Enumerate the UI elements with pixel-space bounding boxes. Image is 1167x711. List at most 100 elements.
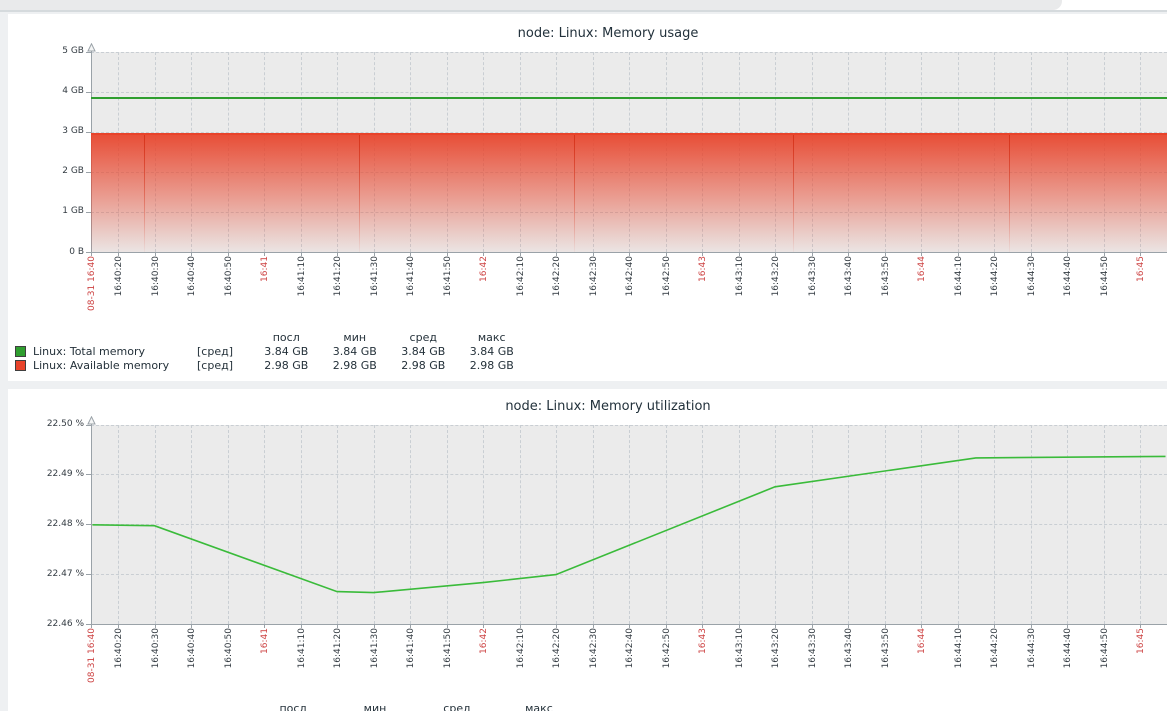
x-axis-label: 16:44:40 [1063, 628, 1074, 668]
legend-item-name: Linux: Total memory [33, 345, 197, 358]
browser-tab-strip [0, 0, 1062, 10]
x-axis-label: 16:40:20 [114, 628, 125, 668]
legend-header-row: посл мин сред макс [15, 701, 595, 711]
x-axis-label: 16:45 [1136, 256, 1147, 282]
x-axis-label: 16:41:30 [370, 628, 381, 668]
zabbix-graphs-page: node: Linux: Memory usage node: Linux: M… [0, 0, 1167, 711]
x-axis-label: 16:42:30 [589, 628, 600, 668]
series-line-linux-memory-utilization [91, 425, 1167, 625]
area-seam-line [793, 135, 794, 252]
y-axis-label: 22.48 % [22, 519, 84, 530]
series-area-linux-available-memory [91, 133, 1167, 252]
y-axis-label: 2 GB [22, 166, 84, 177]
legend-value-last: 2.98 GB [252, 359, 321, 372]
x-axis-label: 16:44:50 [1100, 256, 1111, 296]
area-seam-line [574, 135, 575, 252]
x-axis-label: 16:41:50 [443, 256, 454, 296]
legend-header-row: посл мин сред макс [15, 330, 555, 344]
x-axis-label: 16:43 [698, 628, 709, 654]
legend-header-last: посл [252, 702, 334, 711]
memory-utilization-chart-title: node: Linux: Memory utilization [91, 399, 1125, 414]
x-axis-line [87, 624, 1167, 625]
memory-utilization-legend: посл мин сред макс [15, 701, 595, 711]
x-axis-label: 16:41:40 [406, 256, 417, 296]
legend-header-min: мин [321, 331, 390, 344]
y-axis-label: 22.49 % [22, 469, 84, 480]
legend-value-last: 3.84 GB [252, 345, 321, 358]
x-axis-label: 16:44:50 [1100, 628, 1111, 668]
x-axis-label: 16:43:40 [844, 628, 855, 668]
x-axis-label: 16:44:10 [954, 256, 965, 296]
divider-line [0, 10, 1167, 12]
x-axis-label: 16:41:50 [443, 628, 454, 668]
legend-value-min: 2.98 GB [321, 359, 390, 372]
y-axis-label: 4 GB [22, 86, 84, 97]
legend-header-avg: сред [389, 331, 458, 344]
x-axis-label: 16:42 [479, 256, 490, 282]
legend-value-max: 2.98 GB [458, 359, 527, 372]
legend-header-max: макс [498, 702, 580, 711]
x-axis-label: 08-31 16:40 [87, 256, 98, 311]
legend-row-total-memory: Linux: Total memory [сред] 3.84 GB 3.84 … [15, 344, 555, 358]
legend-value-avg: 2.98 GB [389, 359, 458, 372]
legend-item-func: [сред] [197, 345, 252, 358]
x-axis-label: 16:42:40 [625, 628, 636, 668]
x-axis-label: 16:43:40 [844, 256, 855, 296]
y-axis-label: 22.46 % [22, 619, 84, 630]
legend-value-min: 3.84 GB [321, 345, 390, 358]
legend-item-name: Linux: Available memory [33, 359, 197, 372]
x-axis-label: 16:42:10 [516, 628, 527, 668]
legend-value-max: 3.84 GB [458, 345, 527, 358]
x-axis-label: 16:44 [917, 256, 928, 282]
x-axis-label: 16:41:40 [406, 628, 417, 668]
x-axis-label: 16:44:10 [954, 628, 965, 668]
x-axis-label: 16:42:50 [662, 628, 673, 668]
x-axis-label: 16:44:30 [1027, 628, 1038, 668]
x-axis-label: 16:40:50 [224, 256, 235, 296]
legend-header-max: макс [458, 331, 527, 344]
x-axis-label: 16:43:20 [771, 256, 782, 296]
x-axis-label: 16:41:20 [333, 256, 344, 296]
y-axis-label: 22.50 % [22, 419, 84, 430]
x-axis-label: 16:41 [260, 256, 271, 282]
x-axis-label: 16:43:50 [881, 256, 892, 296]
x-axis-label: 16:42:20 [552, 628, 563, 668]
memory-usage-chart-title: node: Linux: Memory usage [91, 26, 1125, 41]
x-axis-label: 16:41:20 [333, 628, 344, 668]
x-axis-label: 16:43 [698, 256, 709, 282]
x-axis-label: 16:45 [1136, 628, 1147, 654]
y-axis-label: 22.47 % [22, 569, 84, 580]
y-axis-arrow-icon [87, 43, 96, 52]
x-axis-label: 16:40:50 [224, 628, 235, 668]
x-axis-label: 16:41:30 [370, 256, 381, 296]
legend-value-avg: 3.84 GB [389, 345, 458, 358]
x-axis-label: 16:44:40 [1063, 256, 1074, 296]
x-axis-label: 16:43:10 [735, 256, 746, 296]
x-axis-label: 16:40:30 [151, 256, 162, 296]
x-axis-line [87, 252, 1167, 253]
x-axis-label: 16:43:50 [881, 628, 892, 668]
area-seam-line [359, 135, 360, 252]
y-axis-label: 0 B [22, 247, 84, 258]
x-axis-label: 16:44:30 [1027, 256, 1038, 296]
x-axis-label: 16:42:20 [552, 256, 563, 296]
x-axis-label: 16:44:20 [990, 628, 1001, 668]
area-seam-line [1009, 135, 1010, 252]
y-axis-label: 1 GB [22, 206, 84, 217]
legend-header-avg: сред [416, 702, 498, 711]
memory-usage-legend: посл мин сред макс Linux: Total memory [… [15, 330, 555, 372]
legend-header-last: посл [252, 331, 321, 344]
legend-item-func: [сред] [197, 359, 252, 372]
available-memory-color-swatch [15, 360, 26, 371]
x-axis-label: 16:42 [479, 628, 490, 654]
x-axis-label: 16:42:50 [662, 256, 673, 296]
x-axis-label: 16:41 [260, 628, 271, 654]
series-line-linux-total-memory [91, 97, 1167, 99]
total-memory-color-swatch [15, 346, 26, 357]
x-axis-label: 16:40:20 [114, 256, 125, 296]
x-axis-label: 16:42:40 [625, 256, 636, 296]
x-axis-label: 16:43:10 [735, 628, 746, 668]
x-axis-label: 16:41:10 [297, 256, 308, 296]
x-axis-label: 16:43:30 [808, 628, 819, 668]
x-axis-label: 16:43:20 [771, 628, 782, 668]
